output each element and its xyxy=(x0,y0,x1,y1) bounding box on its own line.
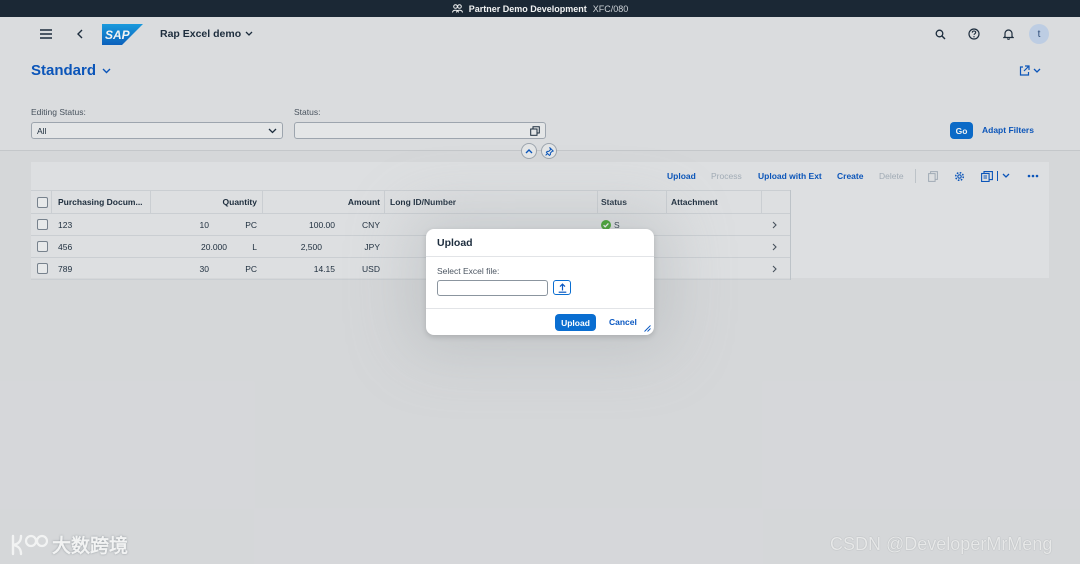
dialog-upload-button[interactable]: Upload xyxy=(555,314,596,331)
upload-dialog: Upload Select Excel file: Upload Cancel xyxy=(426,229,654,335)
dialog-footer-divider xyxy=(426,308,654,309)
dialog-header-divider xyxy=(426,256,654,257)
dialog-title: Upload xyxy=(437,237,473,249)
file-path-input[interactable] xyxy=(437,280,548,296)
file-field-label: Select Excel file: xyxy=(437,266,500,276)
resize-handle-icon[interactable] xyxy=(644,325,651,332)
browse-file-button[interactable] xyxy=(553,280,571,295)
upload-icon xyxy=(558,282,566,293)
dialog-cancel-button[interactable]: Cancel xyxy=(609,317,637,327)
